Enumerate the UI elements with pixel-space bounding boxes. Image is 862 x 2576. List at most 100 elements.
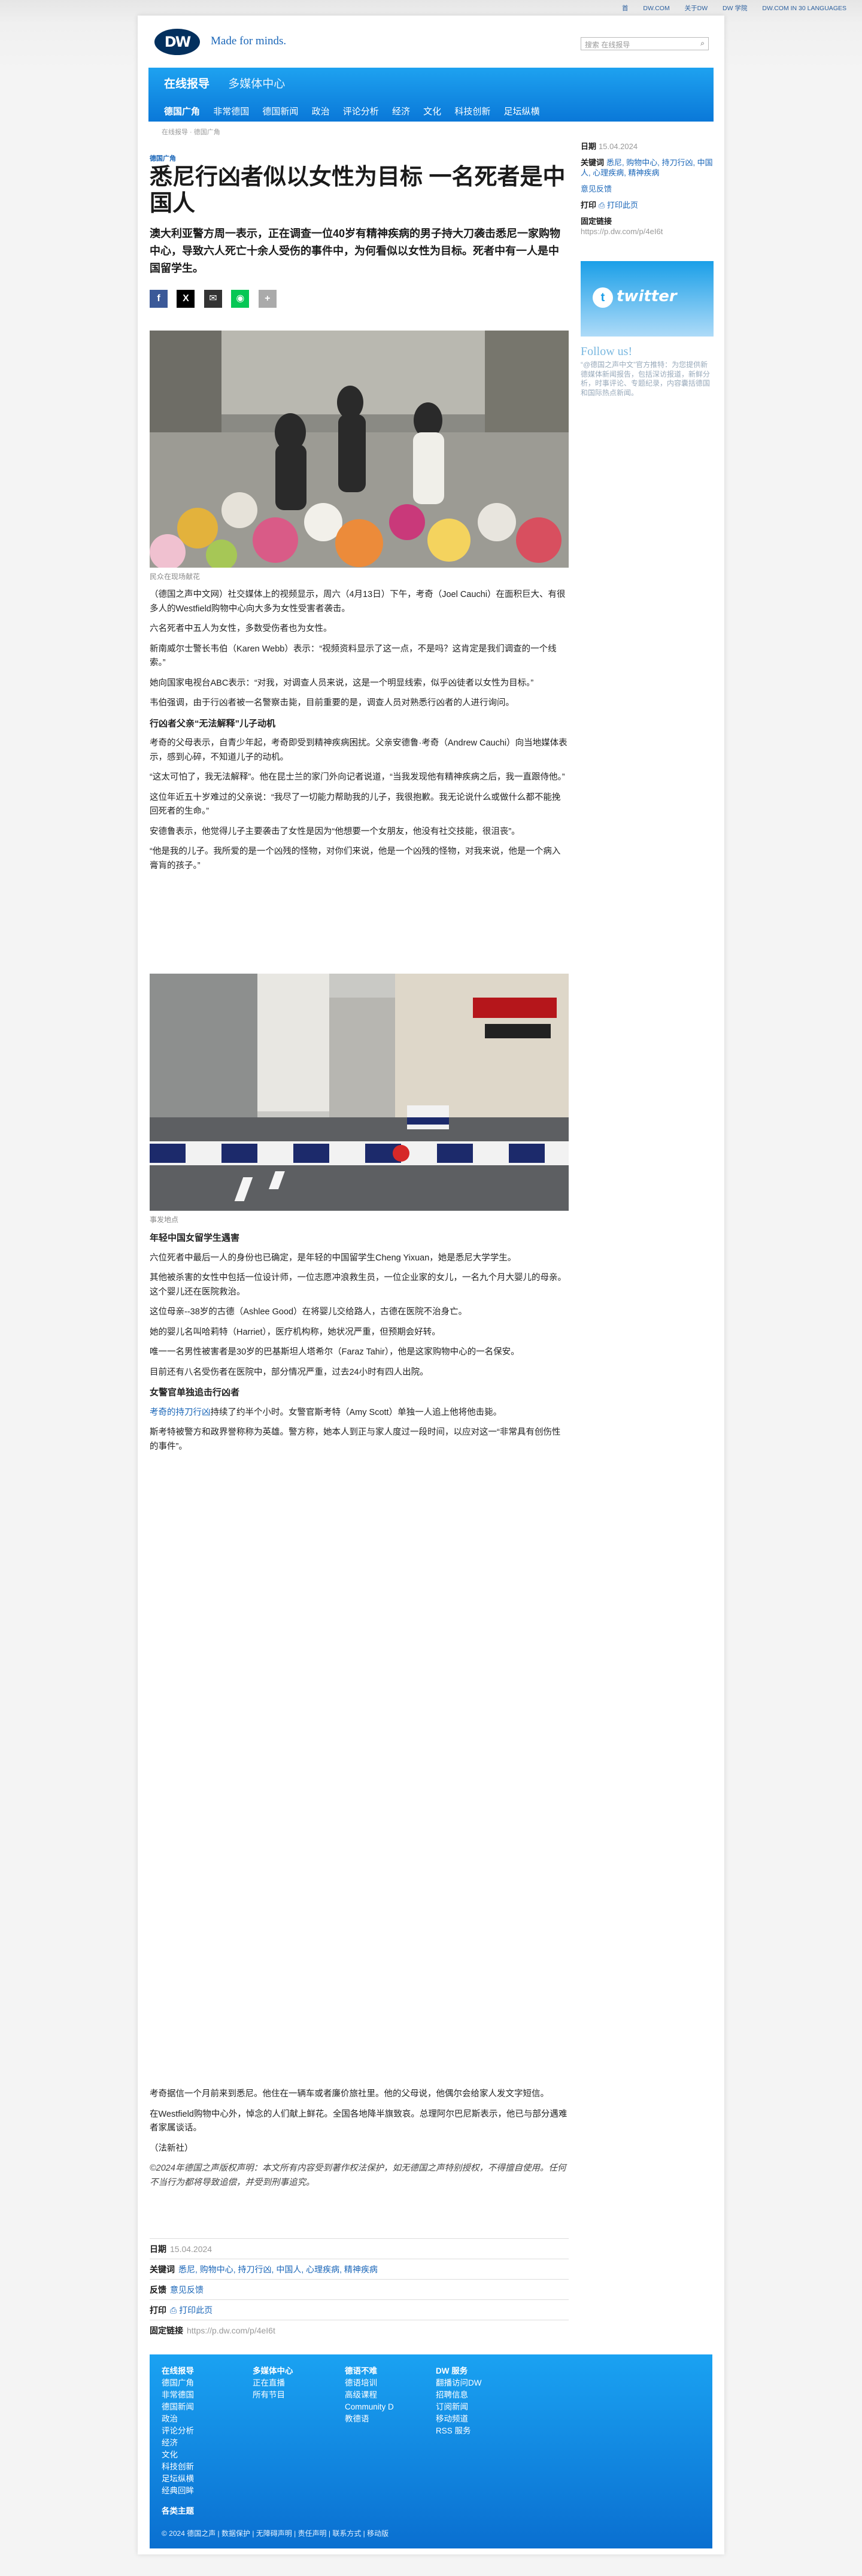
twitter-bird-icon: t (593, 287, 613, 308)
paragraph: 韦伯强调，由于行凶者被一名警察击毙，目前重要的是，调查人员对熟悉行凶者的人进行询… (150, 698, 514, 708)
nav-item-politics[interactable]: 政治 (312, 107, 330, 117)
footer-link[interactable]: 文化 (162, 2449, 194, 2461)
dw-logo[interactable]: DW (154, 29, 200, 55)
footer-link[interactable]: 经典回眸 (162, 2485, 194, 2497)
nav-item-very-german[interactable]: 非常德国 (213, 107, 249, 117)
footer-link[interactable]: 移动频道 (436, 2413, 482, 2425)
footer-col-german: 德语不难 德语培训 高级课程 Community D 教德语 (345, 2365, 394, 2425)
footer-link[interactable]: 评论分析 (162, 2425, 194, 2437)
nav-item-football[interactable]: 足坛纵横 (504, 107, 540, 117)
footer-link[interactable]: 翻播访问DW (436, 2377, 482, 2389)
footer-link[interactable]: 招聘信息 (436, 2389, 482, 2401)
paragraph: 斯考特被警方和政界誉称称为英雄。警方称，她本人到正与家人度过一段时间，以应对这一… (150, 1428, 561, 1451)
sidebar-date: 日期 15.04.2024 (581, 142, 638, 151)
page-container: DW Made for minds. 搜索 在线报导 ⌕ 在线报导 多媒体中心 … (138, 16, 724, 2554)
article-body-3: 考奇据信一个月前来到悉尼。他住在一辆车或者廉价旅社里。他的父母说，他偶尔会给家人… (150, 2087, 569, 2196)
sidebar-permalink: 固定链接 https://p.dw.com/p/4eI6t (581, 217, 663, 236)
footer-link[interactable]: 正在直播 (253, 2377, 293, 2389)
footer-link[interactable]: Community D (345, 2401, 394, 2413)
breadcrumb[interactable]: 在线报导 · 德国广角 (162, 127, 220, 137)
top-link-languages[interactable]: DW.COM IN 30 LANGUAGES (762, 5, 846, 12)
meta-date: 日期 15.04.2024 (150, 2238, 569, 2259)
footer-link[interactable]: 非常德国 (162, 2389, 194, 2401)
tagline: Made for minds. (211, 35, 287, 47)
twitter-wordmark: twitter (617, 287, 677, 305)
meta-keywords: 关键词 悉尼, 购物中心, 持刀行凶, 中国人, 心理疾病, 精神疾病 (150, 2259, 569, 2279)
nav-item-german-news[interactable]: 德国新闻 (262, 107, 298, 117)
search-input[interactable]: 搜索 在线报导 ⌕ (581, 37, 709, 50)
sidebar-print-link[interactable]: ⎙ 打印此页 (599, 201, 638, 210)
article-kicker[interactable]: 德国广角 (150, 153, 176, 163)
footer-link[interactable]: 政治 (162, 2413, 194, 2425)
footer-link[interactable]: RSS 服务 (436, 2425, 482, 2437)
paragraph: “他是我的儿子。我所爱的是一个凶残的怪物，对你们来说，他是一个凶残的怪物，对我来… (150, 847, 561, 871)
feedback-link[interactable]: 意见反馈 (170, 2285, 204, 2295)
article-body-2: 年轻中国女留学生遇害 六位死者中最后一人的身份也已确定，是年轻的中国留学生Che… (150, 1231, 569, 1460)
top-link-home[interactable]: 首 (622, 5, 629, 12)
nav-item-economy[interactable]: 经济 (392, 107, 410, 117)
footer-link[interactable]: 订阅新闻 (436, 2401, 482, 2413)
footer-link[interactable]: 科技创新 (162, 2461, 194, 2473)
sidebar-feedback: 意见反馈 (581, 184, 714, 194)
footer-link[interactable]: 所有节目 (253, 2389, 293, 2401)
footer-link[interactable]: 教德语 (345, 2413, 394, 2425)
paragraph: 这位年近五十岁难过的父亲说：“我尽了一切能力帮助我的儿子，我很抱歉。我无论说什么… (150, 792, 561, 817)
sidebar-permalink-link[interactable]: https://p.dw.com/p/4eI6t (581, 227, 663, 236)
nav-section-title[interactable]: 在线报导 (164, 78, 210, 90)
sidebar-feedback-link[interactable]: 意见反馈 (581, 184, 612, 193)
nav-media-center[interactable]: 多媒体中心 (228, 78, 285, 90)
footer-link[interactable]: 德国新闻 (162, 2401, 194, 2413)
paragraph: 唯一一名男性被害者是30岁的巴基斯坦人塔希尔（Faraz Tahir），他是这家… (150, 1347, 520, 1357)
footer-heading[interactable]: 多媒体中心 (253, 2365, 293, 2377)
subheading: 行凶者父亲“无法解释”儿子动机 (150, 718, 276, 729)
sidebar-print: 打印 ⎙ 打印此页 (581, 201, 639, 210)
print-link[interactable]: ⎙ 打印此页 (170, 2305, 213, 2315)
paragraph: 安德鲁表示，他觉得儿子主要袭击了女性是因为“他想要一个女朋友，他没有社交技能，很… (150, 826, 520, 837)
footer-heading[interactable]: DW 服务 (436, 2365, 482, 2377)
x-icon[interactable]: X (177, 290, 195, 308)
article-title: 悉尼行凶者似以女性为目标 一名死者是中国人 (150, 165, 566, 216)
inline-link[interactable]: 考奇的持刀行凶 (150, 1408, 211, 1417)
meta-feedback: 反馈 意见反馈 (150, 2279, 569, 2299)
article-body-1: （德国之声中文网）社交媒体上的视频显示，周六（4月13日）下午，考奇（Joel … (150, 588, 569, 879)
article-meta: 日期 15.04.2024 关键词 悉尼, 购物中心, 持刀行凶, 中国人, 心理疾… (150, 2238, 569, 2340)
footer-link[interactable]: 德国广角 (162, 2377, 194, 2389)
footer-col-online: 在线报导 德国广角 非常德国 德国新闻 政治 评论分析 经济 文化 科技创新 足… (162, 2365, 194, 2517)
more-icon[interactable]: + (258, 290, 277, 308)
memorial-photo (150, 331, 569, 568)
permalink[interactable]: https://p.dw.com/p/4eI6t (187, 2326, 275, 2335)
paragraph: 考奇的父母表示，自青少年起，考奇即受到精神疾病困扰。父亲安德鲁·考奇（Andre… (150, 738, 567, 762)
top-link-dwcom[interactable]: DW.COM (643, 5, 669, 12)
scene-photo (150, 974, 569, 1211)
subheading: 年轻中国女留学生遇害 (150, 1233, 240, 1243)
footer-legal-links[interactable]: © 2024 德国之声 | 数据保护 | 无障碍声明 | 责任声明 | 联系方式… (162, 2528, 388, 2538)
meta-print: 打印 ⎙ 打印此页 (150, 2299, 569, 2320)
copyright-notice: ©2024年德国之声版权声明：本文所有内容受到著作权法保护，如无德国之声特别授权… (150, 2163, 566, 2187)
top-link-about[interactable]: 关于DW (685, 5, 708, 12)
footer-heading[interactable]: 在线报导 (162, 2365, 194, 2377)
facebook-icon[interactable]: f (150, 290, 168, 308)
footer-link[interactable]: 高级课程 (345, 2389, 394, 2401)
paragraph: 目前还有八名受伤者在医院中，部分情况严重，过去24小时有四人出院。 (150, 1367, 429, 1377)
paragraph: 她的婴儿名叫哈莉特（Harriet），医疗机构称，她状况严重，但预期会好转。 (150, 1327, 441, 1337)
top-link-academy[interactable]: DW 学院 (723, 5, 747, 12)
photo-caption: 民众在现场献花 (150, 572, 201, 581)
top-links: 首 DW.COM 关于DW DW 学院 DW.COM IN 30 LANGUAG… (609, 4, 846, 13)
footer-topics-link[interactable]: 各类主题 (162, 2505, 194, 2517)
footer-link[interactable]: 足坛纵横 (162, 2473, 194, 2485)
keyword-links[interactable]: 悉尼, 购物中心, 持刀行凶, 中国人, 心理疾病, 精神疾病 (178, 2265, 378, 2274)
line-icon[interactable]: ◉ (231, 290, 250, 308)
paragraph: 这位母亲--38岁的古德（Ashlee Good）在将婴儿交给路人，古德在医院不… (150, 1307, 468, 1317)
footer-link[interactable]: 德语培训 (345, 2377, 394, 2389)
logo-mark: DW (154, 29, 200, 55)
nav-item-culture[interactable]: 文化 (423, 107, 441, 117)
footer-link[interactable]: 经济 (162, 2437, 194, 2449)
follow-us-heading: Follow us! (581, 345, 633, 358)
nav-item-germany[interactable]: 德国广角 (164, 107, 200, 117)
nav-item-tech[interactable]: 科技创新 (454, 107, 490, 117)
twitter-banner[interactable]: t twitter (581, 261, 714, 337)
nav-item-commentary[interactable]: 评论分析 (343, 107, 379, 117)
search-icon[interactable]: ⌕ (700, 39, 705, 48)
footer-heading[interactable]: 德语不难 (345, 2365, 394, 2377)
email-icon[interactable]: ✉ (204, 290, 222, 308)
